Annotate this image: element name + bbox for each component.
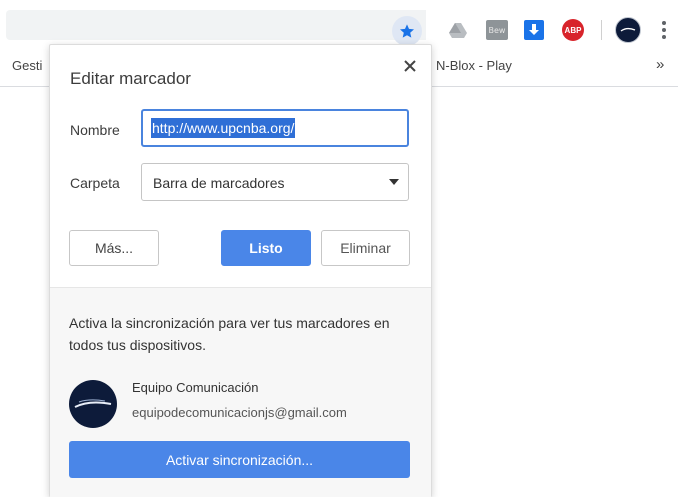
bookmarks-overflow-button[interactable]: » <box>656 56 664 73</box>
address-bar[interactable] <box>6 10 426 40</box>
more-button[interactable]: Más... <box>69 230 159 266</box>
account-avatar <box>69 380 117 428</box>
dialog-title: Editar marcador <box>70 69 191 88</box>
browser-toolbar: Bew ABP <box>0 0 678 46</box>
edit-bookmark-dialog: Editar marcador Nombre http://www.upcnba… <box>49 44 432 497</box>
close-icon[interactable] <box>399 55 421 77</box>
bw-extension-icon[interactable]: Bew <box>486 20 508 40</box>
dropdown-arrow-icon <box>389 179 399 185</box>
menu-icon[interactable] <box>657 18 671 42</box>
folder-select-value: Barra de marcadores <box>153 175 285 191</box>
name-input-value: http://www.upcnba.org/ <box>151 118 296 138</box>
toolbar-divider <box>601 20 602 40</box>
download-icon[interactable] <box>524 20 544 40</box>
name-input[interactable]: http://www.upcnba.org/ <box>141 109 409 147</box>
done-button[interactable]: Listo <box>221 230 311 266</box>
bookmark-star-icon[interactable] <box>392 16 422 46</box>
folder-select[interactable]: Barra de marcadores <box>141 163 409 201</box>
sync-promo: Activa la sincronización para ver tus ma… <box>50 287 431 497</box>
drive-icon[interactable] <box>448 20 468 40</box>
account-email: equipodecomunicacionjs@gmail.com <box>132 405 347 420</box>
bookmark-item[interactable]: N-Blox - Play <box>436 58 512 73</box>
folder-label: Carpeta <box>70 175 120 191</box>
delete-button[interactable]: Eliminar <box>321 230 410 266</box>
sync-message: Activa la sincronización para ver tus ma… <box>69 315 390 353</box>
adblock-plus-icon[interactable]: ABP <box>562 19 584 41</box>
profile-avatar[interactable] <box>615 17 641 43</box>
turn-on-sync-button[interactable]: Activar sincronización... <box>69 441 410 478</box>
account-name: Equipo Comunicación <box>132 380 259 395</box>
name-label: Nombre <box>70 122 120 138</box>
bookmark-item[interactable]: Gesti <box>12 58 42 73</box>
